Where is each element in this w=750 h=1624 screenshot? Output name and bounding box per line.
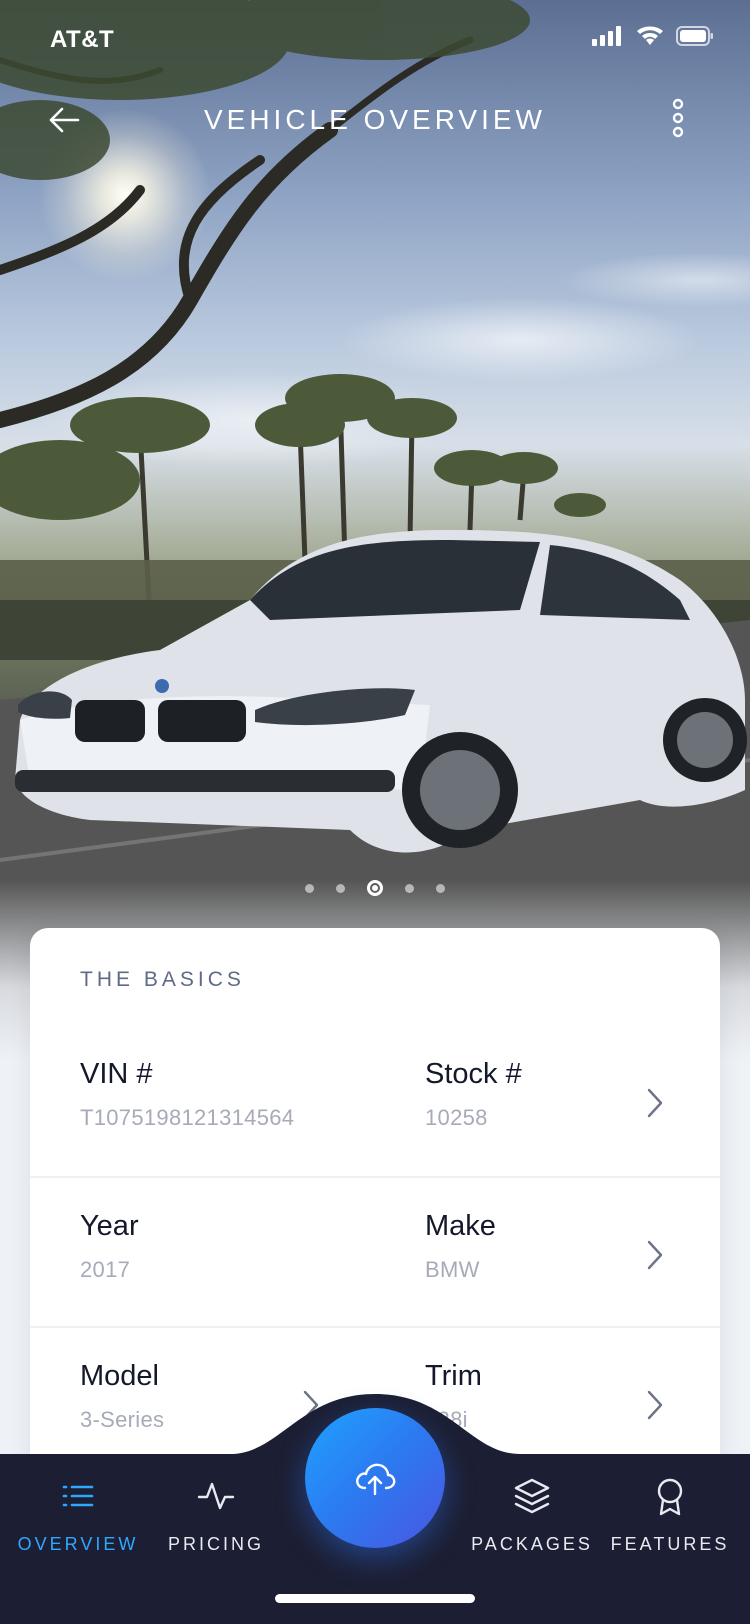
year-field: Year 2017 xyxy=(80,1210,139,1283)
info-row-vin-stock[interactable]: VIN # T1075198121314564 Stock # 10258 xyxy=(30,1026,720,1176)
pager-dot[interactable] xyxy=(336,883,345,893)
field-value: 2017 xyxy=(80,1257,131,1282)
gallery-pager xyxy=(0,880,750,896)
vehicle-hero-image[interactable] xyxy=(0,0,750,1060)
pager-dot[interactable] xyxy=(305,883,314,893)
pager-dot[interactable] xyxy=(405,883,414,893)
home-indicator[interactable] xyxy=(275,1594,475,1603)
tab-packages[interactable]: PACKAGES xyxy=(457,1476,607,1555)
field-label: Make xyxy=(425,1210,496,1242)
carrier-label: AT&T xyxy=(50,26,115,53)
field-label: Year xyxy=(80,1210,139,1242)
field-label: Stock # xyxy=(425,1058,522,1090)
chevron-right-icon[interactable] xyxy=(644,1238,666,1272)
more-vertical-icon xyxy=(672,98,684,138)
list-icon xyxy=(62,1485,94,1507)
field-label: Model xyxy=(80,1360,159,1392)
stock-field: Stock # 10258 xyxy=(425,1058,522,1131)
signal-icon xyxy=(592,26,621,46)
pager-dot-active[interactable] xyxy=(367,880,383,896)
award-icon xyxy=(657,1478,683,1516)
cloud-upload-icon xyxy=(356,1463,396,1496)
make-field: Make BMW xyxy=(425,1210,496,1283)
field-value: T1075198121314564 xyxy=(80,1105,295,1130)
layers-icon xyxy=(514,1478,550,1514)
more-options-button[interactable] xyxy=(666,96,690,140)
field-label: Trim xyxy=(425,1360,482,1392)
status-bar: AT&T xyxy=(0,0,750,80)
field-value: 10258 xyxy=(425,1105,488,1130)
battery-icon xyxy=(676,26,713,46)
pager-dot[interactable] xyxy=(436,883,445,893)
nav-bar: VEHICLE OVERVIEW xyxy=(0,90,750,150)
info-row-year-make[interactable]: Year 2017 Make BMW xyxy=(30,1176,720,1326)
vin-field: VIN # T1075198121314564 xyxy=(80,1058,294,1131)
upload-button[interactable] xyxy=(305,1408,445,1548)
field-value: BMW xyxy=(425,1257,480,1282)
section-header: THE BASICS xyxy=(80,968,245,991)
chevron-right-icon[interactable] xyxy=(644,1086,666,1120)
tab-features[interactable]: FEATURES xyxy=(595,1476,745,1555)
page-title: VEHICLE OVERVIEW xyxy=(203,104,546,135)
tab-label: FEATURES xyxy=(610,1534,730,1554)
wifi-icon xyxy=(637,26,663,45)
tab-label: OVERVIEW xyxy=(17,1534,139,1554)
tab-label: PRICING xyxy=(167,1534,264,1554)
field-label: VIN # xyxy=(80,1058,153,1090)
pulse-icon xyxy=(197,1482,235,1510)
tab-pricing[interactable]: PRICING xyxy=(141,1476,291,1555)
tab-label: PACKAGES xyxy=(471,1534,593,1554)
tab-overview[interactable]: OVERVIEW xyxy=(3,1476,153,1555)
